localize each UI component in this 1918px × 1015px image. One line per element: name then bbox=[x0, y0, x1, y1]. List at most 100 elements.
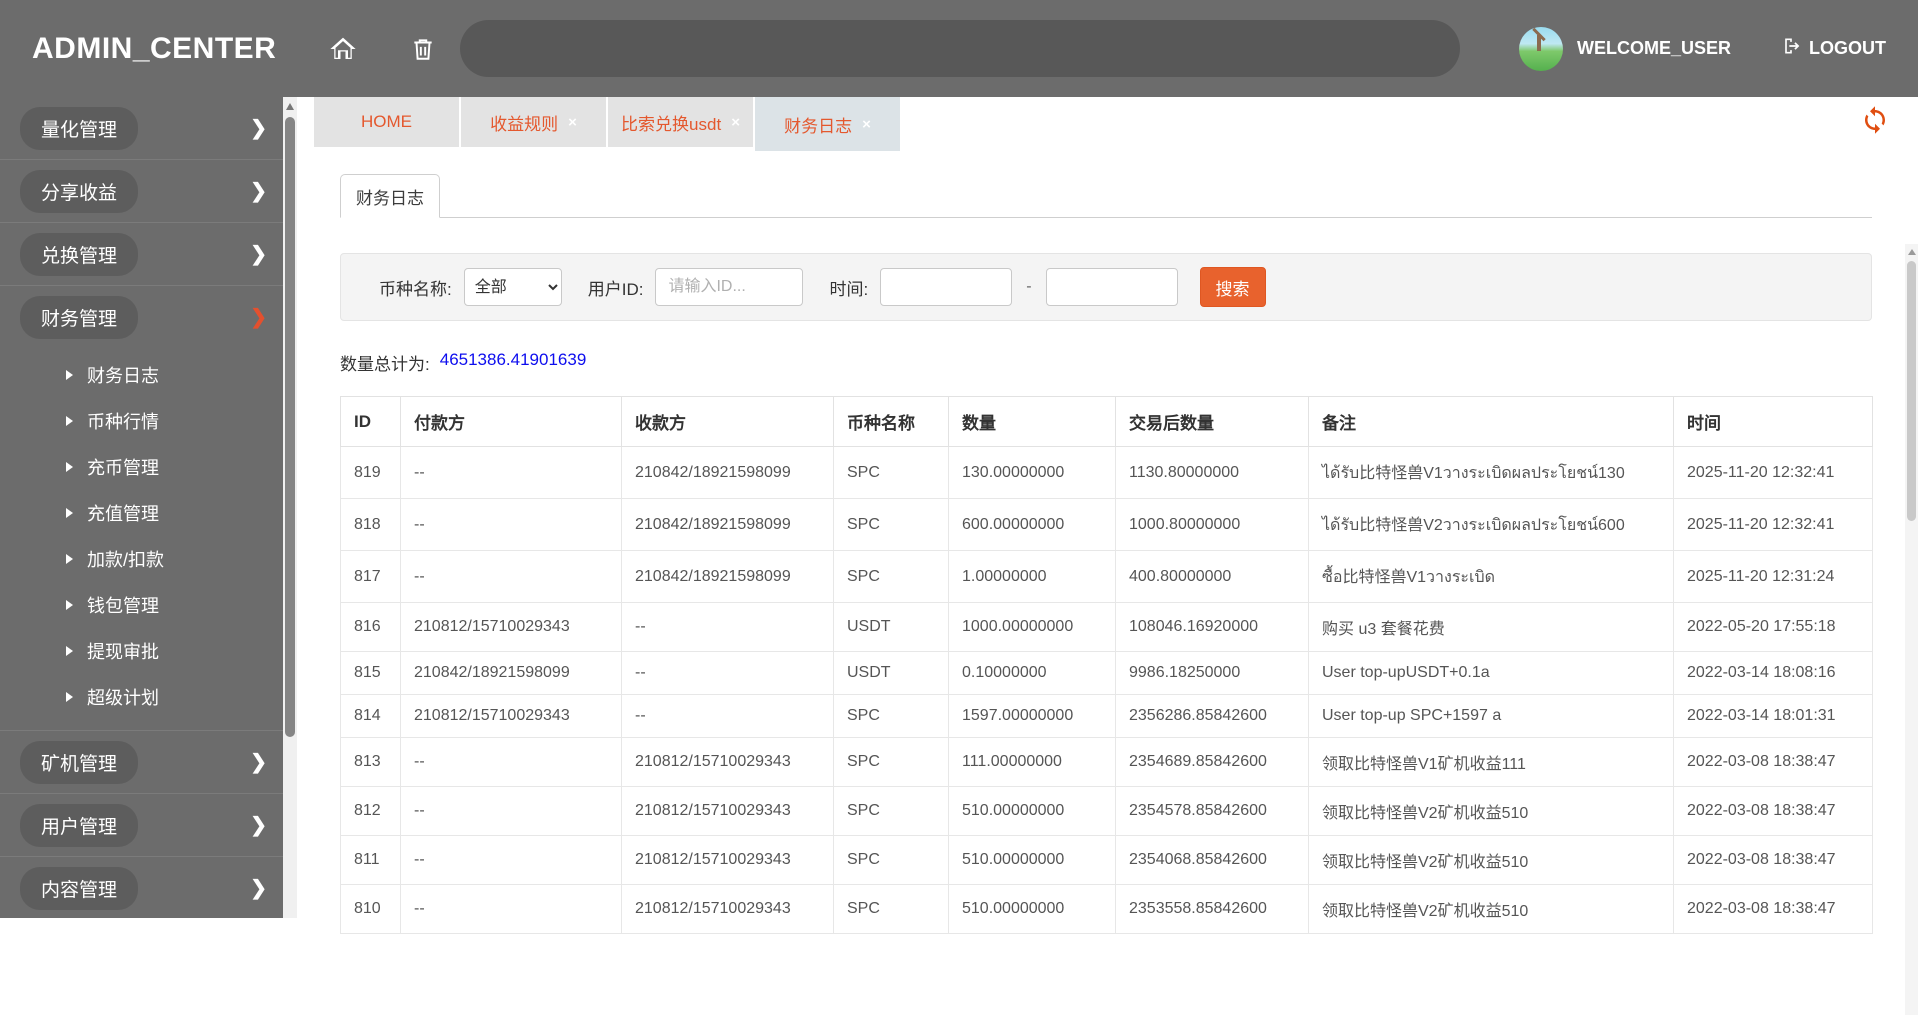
table-row: 819 -- 210842/18921598099 SPC 130.000000… bbox=[340, 446, 1873, 499]
cell-coin-name: SPC bbox=[833, 835, 949, 885]
scroll-up-arrow-icon[interactable] bbox=[286, 103, 294, 110]
sidebar-item-users[interactable]: 用户管理 ❯ bbox=[0, 794, 283, 857]
close-icon[interactable]: × bbox=[862, 116, 871, 133]
user-id-label: 用户ID: bbox=[587, 279, 644, 299]
submenu-arrow-icon bbox=[66, 508, 73, 518]
cell-balance-after: 2354689.85842600 bbox=[1115, 737, 1309, 787]
content-scrollbar-thumb[interactable] bbox=[1907, 261, 1916, 521]
submenu-super-plan[interactable]: 超级计划 bbox=[0, 674, 283, 720]
sidebar-item-quant[interactable]: 量化管理 ❯ bbox=[0, 97, 283, 160]
sidebar-item-share[interactable]: 分享收益 ❯ bbox=[0, 160, 283, 223]
column-header: ID bbox=[340, 396, 401, 447]
time-start-input[interactable] bbox=[880, 268, 1013, 306]
cell-time: 2022-03-08 18:38:47 bbox=[1673, 884, 1873, 934]
cell-payee: 210812/15710029343 bbox=[621, 835, 834, 885]
table-row: 811 -- 210812/15710029343 SPC 510.000000… bbox=[340, 835, 1873, 885]
time-range-separator: - bbox=[1026, 278, 1032, 295]
cell-coin-name: SPC bbox=[833, 498, 949, 551]
scroll-up-arrow-icon[interactable] bbox=[1908, 249, 1916, 255]
content-scrollbar[interactable] bbox=[1905, 244, 1918, 1015]
cell-coin-name: SPC bbox=[833, 694, 949, 738]
user-id-input[interactable] bbox=[655, 268, 804, 306]
cell-coin-name: SPC bbox=[833, 786, 949, 836]
cell-id: 817 bbox=[340, 550, 401, 603]
cell-balance-after: 1130.80000000 bbox=[1115, 446, 1309, 499]
column-header: 备注 bbox=[1308, 396, 1674, 447]
welcome-user-label: WELCOME_USER bbox=[1576, 38, 1731, 58]
close-icon[interactable]: × bbox=[731, 114, 740, 131]
header-search-input[interactable] bbox=[460, 20, 1460, 77]
sidebar-item-exchange[interactable]: 兑换管理 ❯ bbox=[0, 223, 283, 286]
home-icon[interactable] bbox=[328, 34, 358, 64]
top-header: ADMIN_CENTER WELCOME_USER LOGOUT bbox=[0, 0, 1918, 97]
cell-remark: ได้รับ比特怪兽V1วางระเบิดผลประโยชน์130 bbox=[1308, 446, 1674, 499]
tab-home[interactable]: HOME bbox=[314, 97, 459, 147]
search-button[interactable]: 搜索 bbox=[1199, 267, 1266, 307]
submenu-coin-market[interactable]: 币种行情 bbox=[0, 398, 283, 444]
cell-payer: -- bbox=[400, 786, 622, 836]
cell-id: 813 bbox=[340, 737, 401, 787]
tab-profit-rules[interactable]: 收益规则 × bbox=[461, 97, 606, 147]
close-icon[interactable]: × bbox=[568, 114, 577, 131]
table-row: 815 210842/18921598099 -- USDT 0.1000000… bbox=[340, 651, 1873, 695]
chevron-right-icon: ❯ bbox=[250, 306, 267, 329]
table-row: 814 210812/15710029343 -- SPC 1597.00000… bbox=[340, 694, 1873, 738]
cell-time: 2022-03-08 18:38:47 bbox=[1673, 786, 1873, 836]
cell-balance-after: 1000.80000000 bbox=[1115, 498, 1309, 551]
trash-icon[interactable] bbox=[410, 35, 436, 63]
submenu-wallet[interactable]: 钱包管理 bbox=[0, 582, 283, 628]
cell-amount: 111.00000000 bbox=[948, 737, 1116, 787]
chevron-right-icon: ❯ bbox=[250, 180, 267, 203]
column-header: 币种名称 bbox=[833, 396, 949, 447]
cell-id: 815 bbox=[340, 651, 401, 695]
sidebar-item-finance[interactable]: 财务管理 ❯ bbox=[0, 286, 283, 348]
submenu-add-deduct[interactable]: 加款/扣款 bbox=[0, 536, 283, 582]
refresh-icon[interactable] bbox=[1860, 105, 1890, 140]
submenu-recharge[interactable]: 充值管理 bbox=[0, 490, 283, 536]
cell-amount: 1000.00000000 bbox=[948, 602, 1116, 652]
sidebar-item-miner[interactable]: 矿机管理 ❯ bbox=[0, 730, 283, 794]
coin-name-label: 币种名称: bbox=[379, 279, 452, 299]
chevron-right-icon: ❯ bbox=[250, 751, 267, 774]
chevron-right-icon: ❯ bbox=[250, 117, 267, 140]
tab-finance-log[interactable]: 财务日志 × bbox=[755, 97, 900, 151]
time-end-input[interactable] bbox=[1045, 268, 1178, 306]
submenu-arrow-icon bbox=[66, 646, 73, 656]
cell-payer: -- bbox=[400, 550, 622, 603]
cell-payer: 210842/18921598099 bbox=[400, 651, 622, 695]
coin-select[interactable]: 全部 bbox=[463, 268, 562, 306]
submenu-withdraw-review[interactable]: 提现审批 bbox=[0, 628, 283, 674]
cell-balance-after: 400.80000000 bbox=[1115, 550, 1309, 603]
sidebar-scrollbar[interactable] bbox=[283, 97, 297, 918]
chevron-right-icon: ❯ bbox=[250, 243, 267, 266]
submenu-arrow-icon bbox=[66, 370, 73, 380]
column-header: 付款方 bbox=[400, 396, 622, 447]
cell-coin-name: SPC bbox=[833, 550, 949, 603]
cell-balance-after: 9986.18250000 bbox=[1115, 651, 1309, 695]
cell-remark: 领取比特怪兽V2矿机收益510 bbox=[1308, 884, 1674, 934]
cell-payee: -- bbox=[621, 651, 834, 695]
table-body: 819 -- 210842/18921598099 SPC 130.000000… bbox=[340, 446, 1873, 934]
cell-id: 816 bbox=[340, 602, 401, 652]
app-title: ADMIN_CENTER bbox=[32, 31, 277, 65]
submenu-coin-deposit[interactable]: 充币管理 bbox=[0, 444, 283, 490]
avatar bbox=[1518, 26, 1563, 71]
submenu-arrow-icon bbox=[66, 600, 73, 610]
sidebar-item-content[interactable]: 内容管理 ❯ bbox=[0, 857, 283, 918]
logout-icon bbox=[1781, 36, 1801, 61]
cell-amount: 1597.00000000 bbox=[948, 694, 1116, 738]
table-row: 810 -- 210812/15710029343 SPC 510.000000… bbox=[340, 884, 1873, 934]
tab-peso-usdt[interactable]: 比索兑换usdt × bbox=[608, 97, 753, 147]
cell-amount: 600.00000000 bbox=[948, 498, 1116, 551]
submenu-finance-log[interactable]: 财务日志 bbox=[0, 352, 283, 398]
cell-payer: 210812/15710029343 bbox=[400, 602, 622, 652]
cell-payee: 210842/18921598099 bbox=[621, 550, 834, 603]
cell-payee: -- bbox=[621, 694, 834, 738]
cell-payer: -- bbox=[400, 737, 622, 787]
totals-value-link[interactable]: 4651386.41901639 bbox=[440, 350, 587, 375]
panel-tab-finance-log[interactable]: 财务日志 bbox=[340, 174, 440, 218]
sidebar-scrollbar-thumb[interactable] bbox=[285, 117, 295, 737]
logout-button[interactable]: LOGOUT bbox=[1781, 36, 1886, 61]
cell-payer: -- bbox=[400, 884, 622, 934]
cell-remark: User top-up SPC+1597 a bbox=[1308, 694, 1674, 738]
